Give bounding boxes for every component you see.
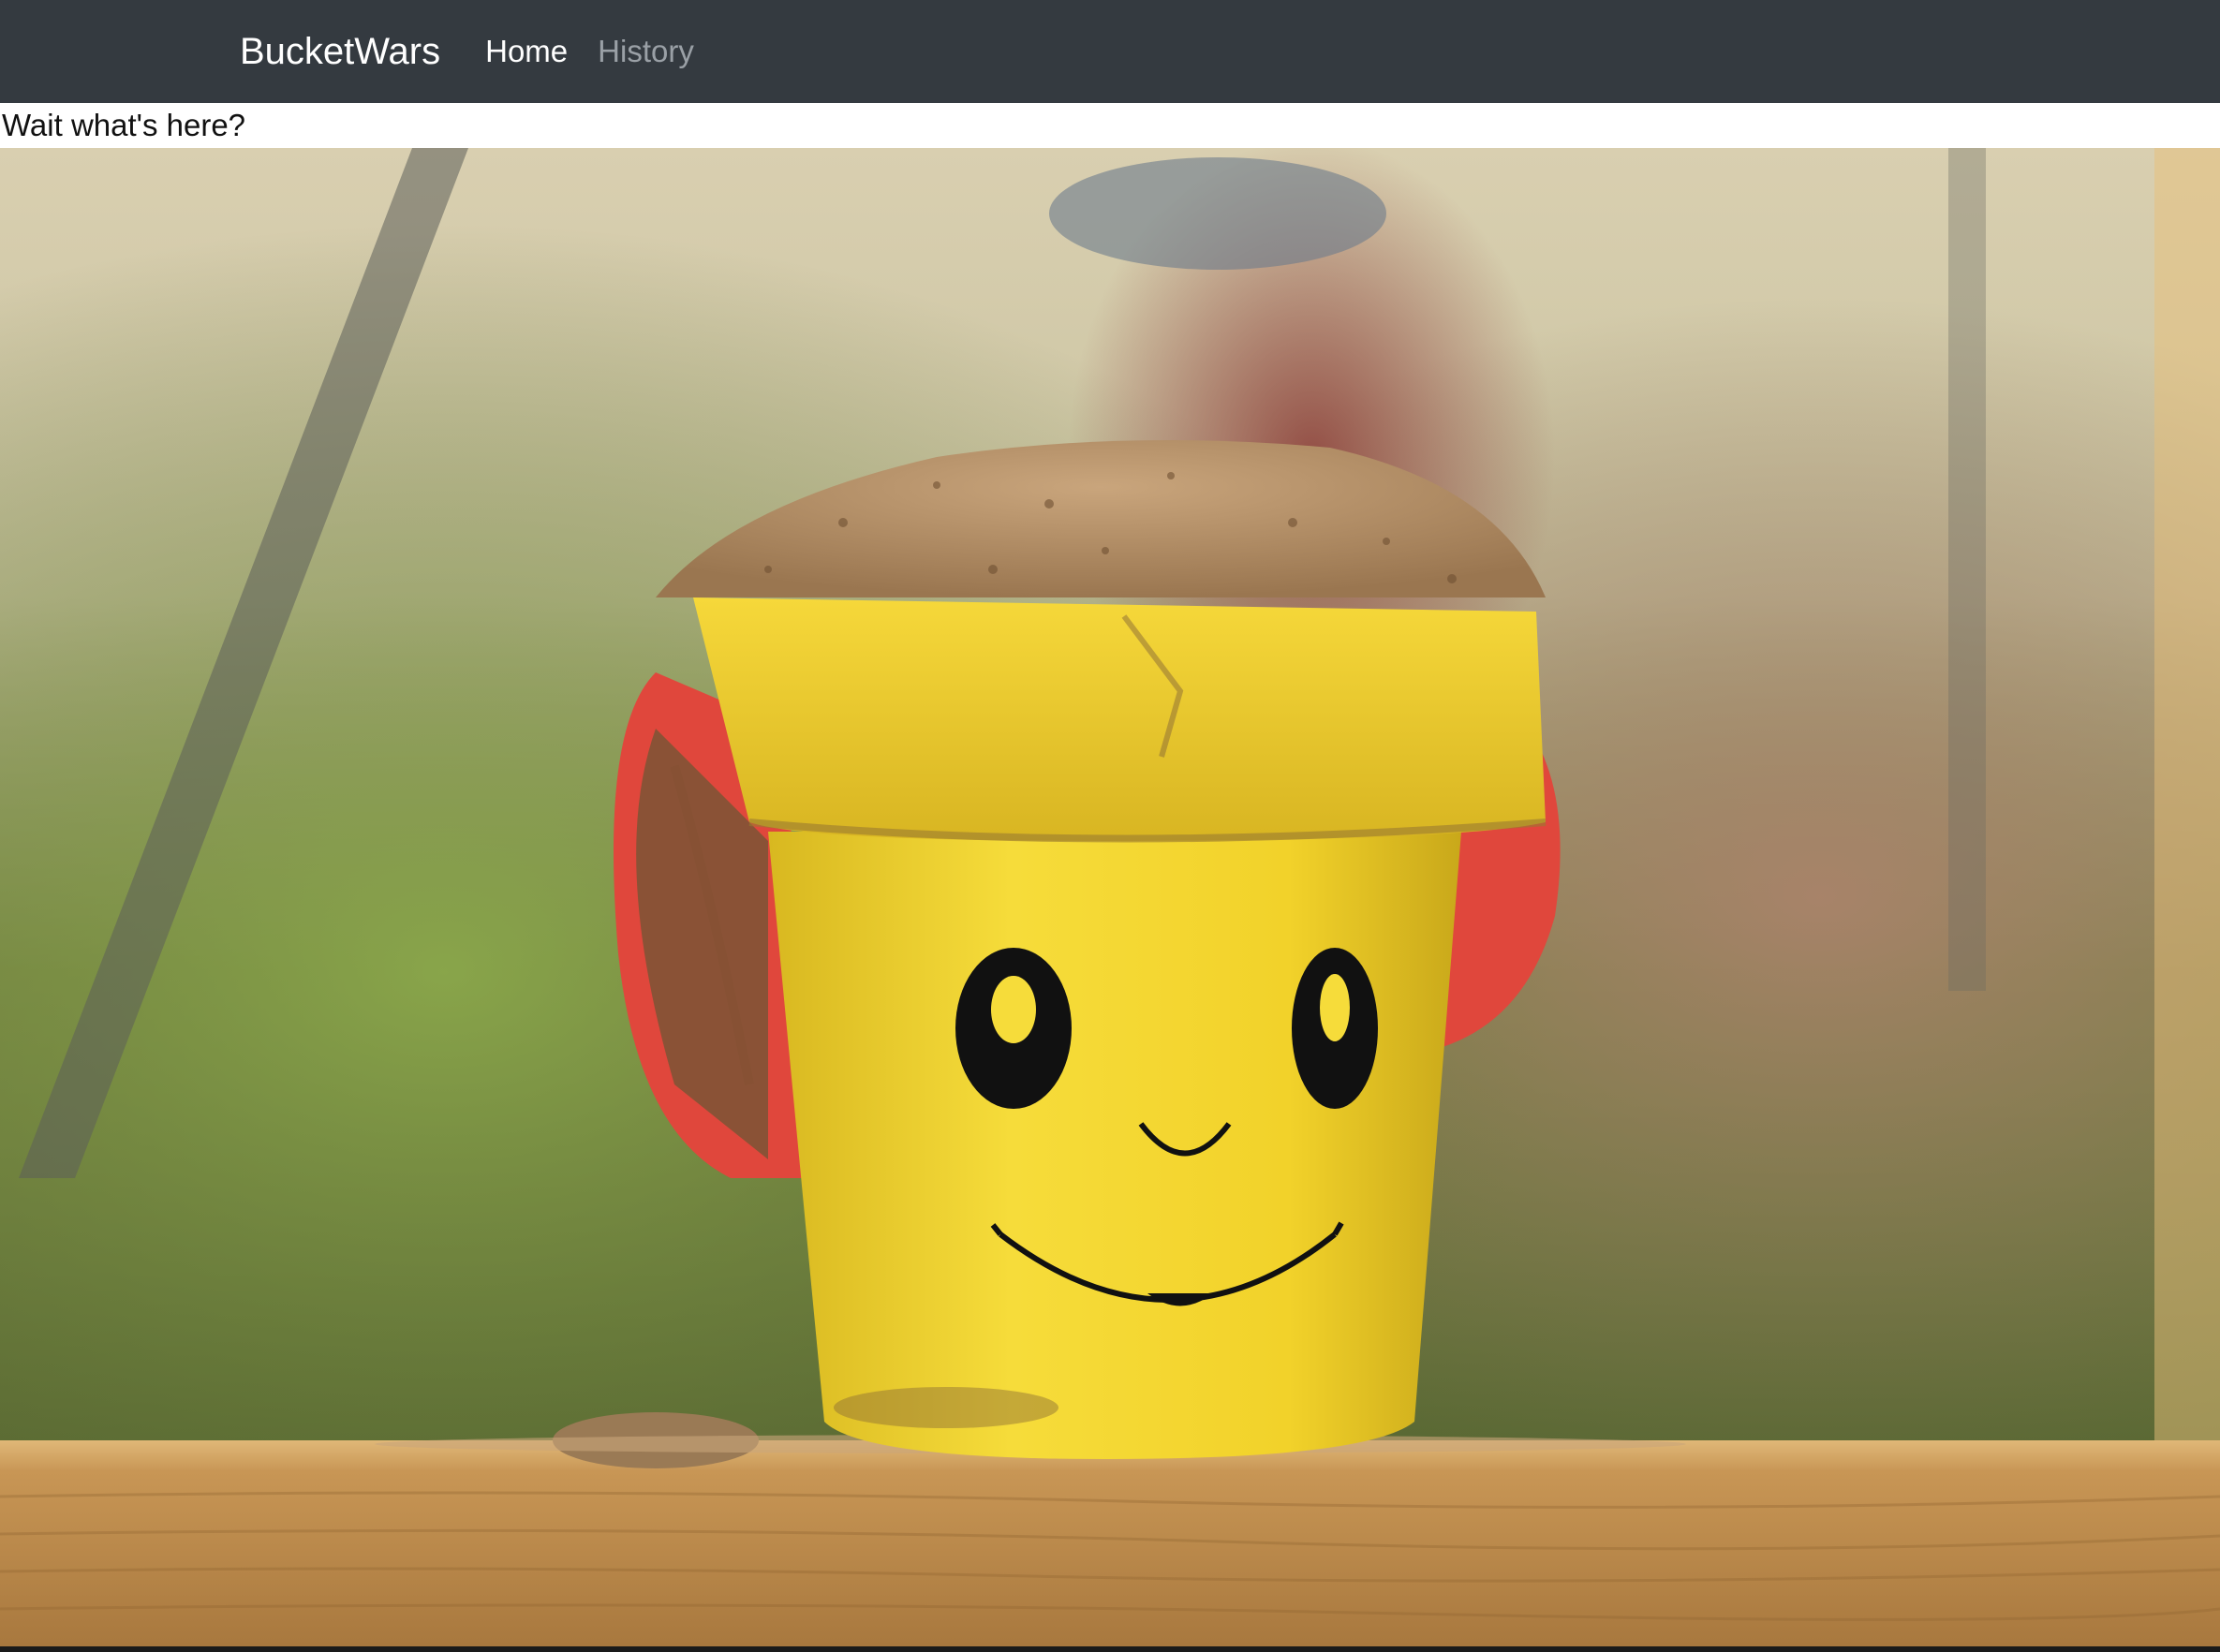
nav-history-link[interactable]: History bbox=[598, 34, 694, 69]
top-navbar: BucketWars Home History bbox=[0, 0, 2220, 103]
nav-home-link[interactable]: Home bbox=[485, 34, 568, 69]
bucket-illustration bbox=[0, 148, 2220, 1646]
page-bottom-edge bbox=[0, 1646, 2220, 1652]
hero-image bbox=[0, 148, 2220, 1646]
page-caption: Wait what's here? bbox=[0, 103, 2220, 148]
brand-link[interactable]: BucketWars bbox=[240, 31, 440, 73]
